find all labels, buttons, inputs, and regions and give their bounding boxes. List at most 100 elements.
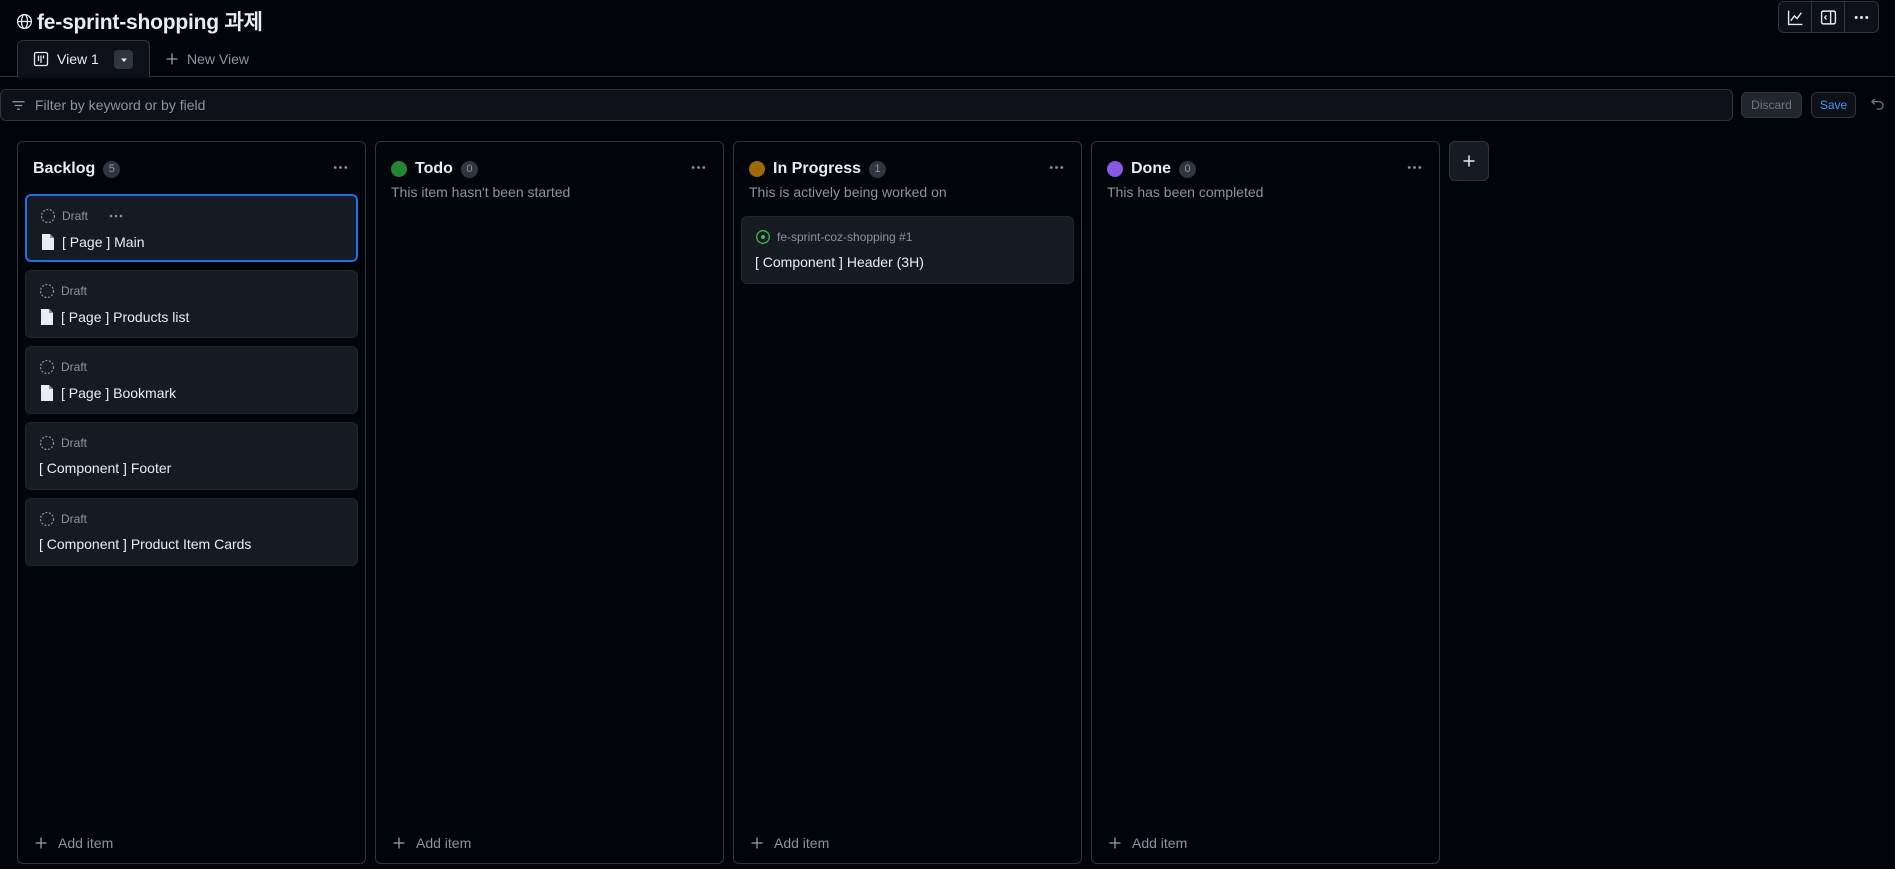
status-dot-orange — [749, 161, 765, 177]
column-options-button[interactable] — [1406, 159, 1423, 181]
card-title[interactable]: [ Page ] Products list — [61, 309, 189, 325]
filter-bar — [0, 89, 1733, 121]
draft-circle-icon — [39, 511, 55, 527]
status-dot-purple — [1107, 161, 1123, 177]
card-title-row: [ Page ] Main — [40, 233, 145, 251]
card-meta: Draft — [39, 435, 87, 451]
card[interactable]: fe-sprint-coz-shopping #1 [ Component ] … — [741, 216, 1074, 284]
tab-options-button[interactable] — [114, 50, 133, 69]
add-column-button[interactable] — [1449, 141, 1489, 181]
column-header: Done 0 — [1107, 157, 1196, 181]
column-in-progress: In Progress 1 This is actively being wor… — [733, 141, 1082, 864]
column-options-button[interactable] — [1048, 159, 1065, 181]
add-item-button[interactable]: Add item — [392, 835, 471, 851]
new-view-button[interactable]: New View — [150, 40, 249, 77]
project-header: fe-sprint-shopping 과제 View 1 New View — [0, 0, 1895, 78]
discard-button[interactable]: Discard — [1741, 92, 1802, 118]
draft-circle-icon — [39, 435, 55, 451]
card-status: Draft — [61, 284, 88, 298]
kebab-horizontal-icon[interactable] — [108, 208, 124, 224]
card-meta: Draft — [39, 359, 87, 375]
card-title[interactable]: [ Page ] Bookmark — [61, 385, 176, 401]
column-count: 0 — [1179, 160, 1196, 178]
new-view-label: New View — [187, 50, 249, 67]
status-dot-green — [391, 161, 407, 177]
column-count: 1 — [869, 160, 887, 178]
card-title[interactable]: [ Page ] Main — [62, 234, 145, 250]
plus-icon — [166, 53, 178, 64]
add-item-label: Add item — [774, 835, 830, 851]
add-item-label: Add item — [1132, 835, 1188, 851]
sidebar-icon — [1820, 9, 1836, 25]
add-item-label: Add item — [58, 835, 114, 851]
card-title[interactable]: [ Component ] Product Item Cards — [39, 536, 251, 552]
card-title-row: [ Page ] Bookmark — [39, 384, 176, 402]
card-title[interactable]: [ Component ] Header (3H) — [755, 254, 924, 270]
side-panel-button[interactable] — [1812, 2, 1845, 32]
column-count: 0 — [460, 160, 478, 178]
card[interactable]: Draft [ Page ] Products list — [25, 270, 358, 338]
column-name: Backlog — [33, 160, 96, 177]
tab-view-1[interactable]: View 1 — [17, 40, 150, 78]
column-header: Todo 0 — [391, 157, 478, 181]
card-title-row: [ Page ] Products list — [39, 308, 189, 326]
card[interactable]: Draft [ Component ] Footer — [25, 422, 358, 490]
card-repo-ref[interactable]: fe-sprint-coz-shopping #1 — [777, 230, 912, 244]
more-options-button[interactable] — [1845, 2, 1878, 32]
column-todo: Todo 0 This item hasn't been started Add… — [375, 141, 724, 864]
card-status: Draft — [62, 209, 89, 223]
draft-circle-icon — [39, 283, 55, 299]
project-title-row: fe-sprint-shopping 과제 — [16, 6, 263, 36]
triangle-down-icon — [120, 58, 127, 62]
issue-opened-icon — [756, 230, 770, 244]
project-title: fe-sprint-shopping 과제 — [37, 11, 263, 34]
save-button[interactable]: Save — [1811, 92, 1856, 118]
column-name: Todo — [415, 160, 453, 177]
plus-icon — [751, 837, 763, 849]
plus-icon — [35, 837, 47, 849]
column-done: Done 0 This has been completed Add item — [1091, 141, 1440, 864]
kebab-horizontal-icon — [1407, 166, 1422, 169]
filter-icon — [12, 100, 25, 110]
column-options-button[interactable] — [690, 159, 707, 181]
kebab-horizontal-icon — [691, 166, 706, 169]
project-actions — [1778, 1, 1879, 33]
plus-icon — [393, 837, 405, 849]
draft-circle-icon — [40, 208, 56, 224]
add-item-button[interactable]: Add item — [750, 835, 829, 851]
kebab-horizontal-icon — [1049, 166, 1064, 169]
card[interactable]: Draft [ Page ] Bookmark — [25, 346, 358, 414]
file-icon — [42, 234, 54, 250]
column-backlog: Backlog 5 Draft [ Page ] Main Draft [Pa… — [17, 141, 366, 864]
column-name: In Progress — [773, 160, 862, 177]
column-header: Backlog 5 — [33, 157, 121, 181]
view-tabs: View 1 New View — [17, 40, 249, 78]
draft-circle-icon — [39, 359, 55, 375]
card-title-row: [ Component ] Product Item Cards — [39, 536, 251, 552]
card-status: Draft — [61, 436, 88, 450]
column-options-button[interactable] — [332, 159, 349, 181]
plus-icon — [1463, 155, 1475, 167]
add-item-button[interactable]: Add item — [34, 835, 113, 851]
card-title[interactable]: [ Component ] Footer — [39, 460, 171, 476]
card-status: Draft — [61, 360, 88, 374]
column-description: This is actively being worked on — [749, 184, 947, 200]
add-item-button[interactable]: Add item — [1108, 835, 1187, 851]
insights-button[interactable] — [1779, 2, 1812, 32]
column-count: 5 — [103, 160, 121, 178]
column-description: This has been completed — [1107, 184, 1264, 200]
card-meta: Draft — [40, 208, 124, 224]
card[interactable]: Draft [ Component ] Product Item Cards — [25, 498, 358, 566]
filter-input[interactable] — [35, 97, 1635, 113]
column-name: Done — [1131, 160, 1171, 177]
card-meta: fe-sprint-coz-shopping #1 — [755, 229, 912, 245]
file-icon — [41, 385, 53, 401]
tab-view-1-label: View 1 — [57, 51, 99, 67]
undo-icon[interactable] — [1870, 96, 1885, 116]
kebab-horizontal-icon — [333, 166, 348, 169]
column-header: In Progress 1 — [749, 157, 887, 181]
graph-icon — [1787, 10, 1802, 25]
card[interactable]: Draft [ Page ] Main — [25, 194, 358, 262]
file-icon — [41, 309, 53, 325]
kebab-horizontal-icon — [1854, 15, 1869, 19]
